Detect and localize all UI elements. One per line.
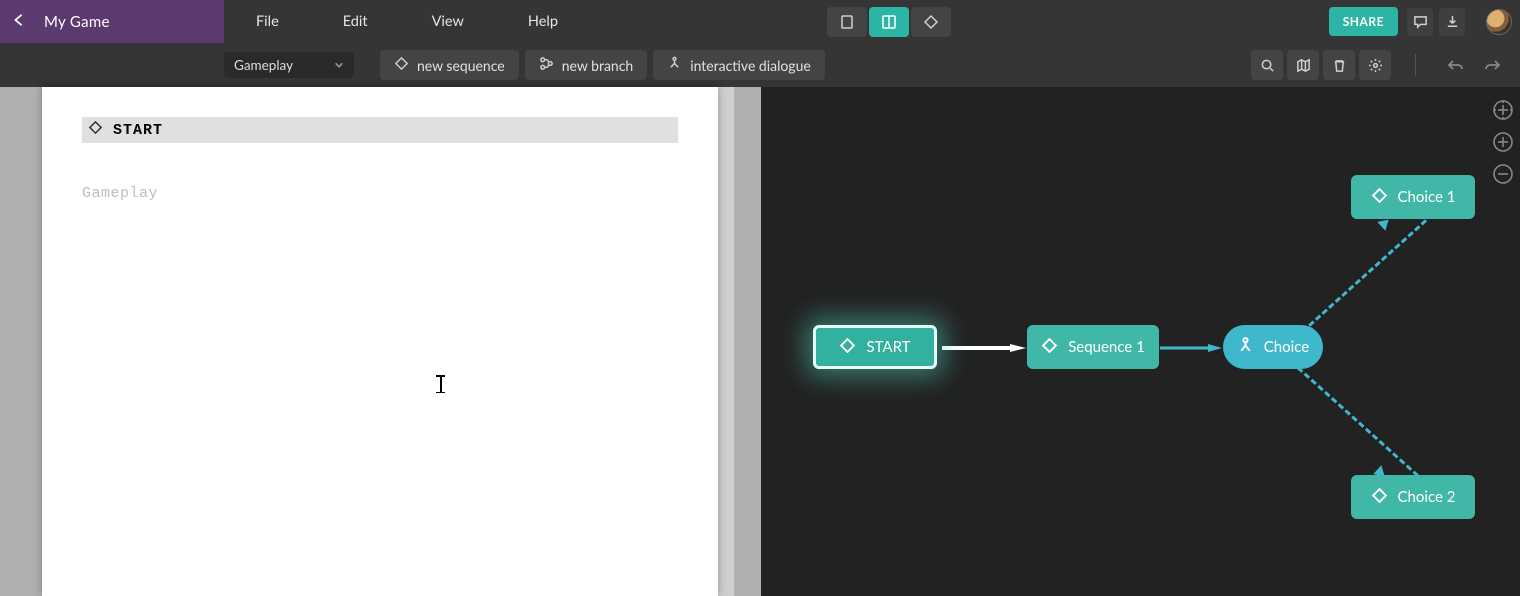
interactive-dialogue-label: interactive dialogue	[690, 57, 811, 74]
scene-dropdown[interactable]: Gameplay	[224, 52, 354, 78]
search-button[interactable]	[1251, 50, 1283, 80]
arrow-choice-to-c1	[1295, 219, 1427, 338]
back-section: My Game	[0, 0, 224, 43]
layout-diamond-button[interactable]	[911, 7, 951, 37]
editor-scrollbar[interactable]	[718, 87, 734, 596]
node-choice-2-label: Choice 2	[1398, 488, 1456, 506]
undo-button[interactable]	[1446, 55, 1466, 75]
menu-bar: File Edit View Help	[224, 0, 590, 43]
new-branch-button[interactable]: new branch	[525, 50, 648, 80]
main-area: START Gameplay START Sequence 1 Choice	[0, 87, 1520, 596]
script-page[interactable]: START Gameplay	[42, 87, 718, 596]
comment-icon[interactable]	[1407, 8, 1433, 36]
settings-button[interactable]	[1359, 50, 1391, 80]
node-choice-label: Choice	[1264, 338, 1309, 356]
zoom-fit-button[interactable]	[1492, 99, 1514, 121]
diamond-icon	[839, 337, 856, 358]
diamond-icon	[394, 56, 409, 74]
map-button[interactable]	[1287, 50, 1319, 80]
zoom-out-button[interactable]	[1492, 163, 1514, 185]
zoom-controls	[1492, 99, 1514, 185]
branch-icon	[1237, 337, 1254, 358]
menu-view[interactable]: View	[400, 0, 496, 43]
editor-pane: START Gameplay	[0, 87, 761, 596]
diamond-icon	[1041, 337, 1058, 358]
branch-icon	[539, 56, 554, 74]
text-cursor	[440, 375, 441, 393]
menu-file[interactable]: File	[224, 0, 311, 43]
download-icon[interactable]	[1439, 8, 1465, 36]
editor-placeholder: Gameplay	[82, 185, 678, 202]
redo-button[interactable]	[1482, 55, 1502, 75]
project-title: My Game	[44, 13, 110, 31]
scene-dropdown-value: Gameplay	[234, 57, 293, 73]
start-heading[interactable]: START	[82, 117, 678, 143]
menu-edit[interactable]: Edit	[311, 0, 400, 43]
new-sequence-label: new sequence	[417, 57, 505, 74]
diamond-icon	[88, 120, 103, 140]
arrow-choice-to-c2	[1290, 360, 1426, 483]
new-sequence-button[interactable]: new sequence	[380, 50, 519, 80]
toolbar: Gameplay new sequence new branch interac…	[0, 43, 1520, 87]
user-avatar[interactable]	[1486, 9, 1512, 35]
node-start-label: START	[866, 338, 910, 356]
start-label: START	[113, 122, 163, 139]
chevron-down-icon	[334, 57, 344, 73]
node-start[interactable]: START	[813, 325, 937, 369]
delete-button[interactable]	[1323, 50, 1355, 80]
share-button[interactable]: SHARE	[1329, 7, 1398, 36]
diamond-icon	[1371, 487, 1388, 508]
diamond-icon	[1371, 187, 1388, 208]
separator	[1415, 54, 1416, 76]
arrow-start-to-seq	[942, 344, 1026, 352]
node-choice[interactable]: Choice	[1223, 325, 1323, 369]
layout-single-button[interactable]	[827, 7, 867, 37]
dialogue-icon	[667, 56, 682, 74]
layout-split-button[interactable]	[869, 7, 909, 37]
title-bar: My Game File Edit View Help SHARE	[0, 0, 1520, 43]
graph-pane[interactable]: START Sequence 1 Choice Choice 1 Choice …	[761, 87, 1520, 596]
node-choice-2[interactable]: Choice 2	[1351, 475, 1475, 519]
arrow-seq-to-choice	[1160, 344, 1222, 352]
node-sequence-1-label: Sequence 1	[1068, 338, 1145, 356]
zoom-in-button[interactable]	[1492, 131, 1514, 153]
node-choice-1-label: Choice 1	[1398, 188, 1456, 206]
node-choice-1[interactable]: Choice 1	[1351, 175, 1475, 219]
back-icon[interactable]	[12, 12, 26, 31]
interactive-dialogue-button[interactable]: interactive dialogue	[653, 50, 825, 80]
new-branch-label: new branch	[562, 57, 634, 74]
node-sequence-1[interactable]: Sequence 1	[1027, 325, 1159, 369]
menu-help[interactable]: Help	[496, 0, 590, 43]
